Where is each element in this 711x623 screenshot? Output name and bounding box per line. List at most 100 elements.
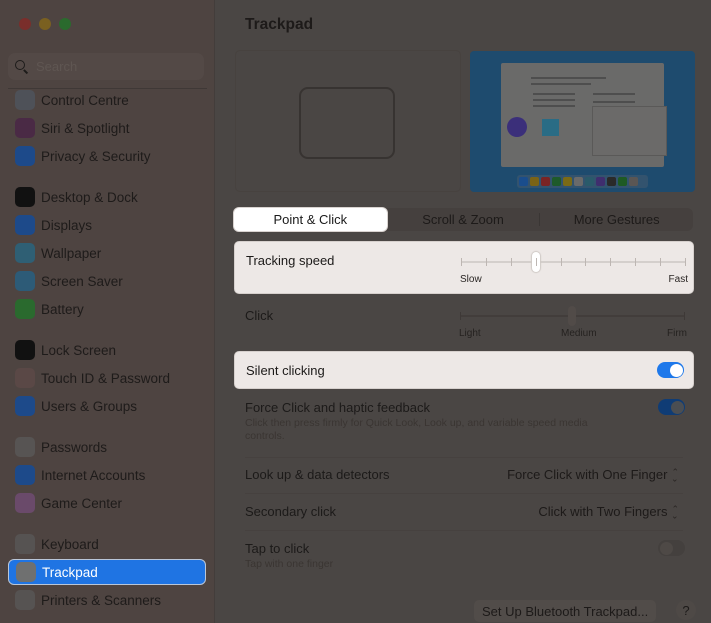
secondary-click-value: Click with Two Fingers [538, 504, 668, 519]
sidebar-item-battery[interactable]: Battery [8, 296, 206, 322]
sidebar-item-touch-id-password[interactable]: Touch ID & Password [8, 365, 206, 391]
sidebar-item-keyboard[interactable]: Keyboard [8, 531, 206, 557]
minimize-window-button[interactable] [39, 18, 51, 30]
trackpad-illustration-icon [299, 87, 395, 159]
dock-app-icon [585, 176, 594, 186]
preview-text-line [531, 77, 606, 79]
slider-tick [460, 312, 461, 320]
slider-track [461, 261, 685, 263]
dock-app-icon [552, 176, 561, 186]
tab-point-and-click[interactable]: Point & Click [234, 208, 387, 231]
force-click-description: Click then press firmly for Quick Look, … [245, 417, 588, 442]
dock-app-icon [563, 176, 572, 186]
sidebar-item-users-groups[interactable]: Users & Groups [8, 393, 206, 419]
search-input[interactable] [36, 59, 186, 74]
preview-square [542, 119, 559, 136]
trackpad-icon [16, 562, 36, 582]
preview-circle [507, 117, 527, 137]
sidebar-item-label: Touch ID & Password [41, 370, 171, 386]
tracking-speed-row: Tracking speed Slow Fast [234, 241, 694, 294]
sidebar: Control Centre Siri & Spotlight Privacy & … [0, 0, 215, 623]
sidebar-item-label: Users & Groups [41, 398, 138, 414]
sidebar-item-label: Privacy & Security [41, 148, 151, 164]
firm-label: Firm [667, 328, 687, 339]
silent-clicking-toggle[interactable] [657, 362, 684, 378]
dock-app-icon [607, 176, 616, 186]
sidebar-item-displays[interactable]: Displays [8, 212, 206, 238]
force-click-toggle[interactable] [658, 399, 685, 415]
keyboard-icon [15, 534, 35, 554]
preview-popover [592, 106, 667, 156]
zoom-window-button[interactable] [59, 18, 71, 30]
look-up-label: Look up & data detectors [245, 467, 390, 482]
close-window-button[interactable] [19, 18, 31, 30]
force-click-label: Force Click and haptic feedback [245, 400, 430, 415]
tap-to-click-row: Tap to click Tap with one finger [234, 534, 694, 576]
sidebar-item-label: Wallpaper [41, 245, 102, 261]
tab-more-gestures[interactable]: More Gestures [540, 208, 693, 231]
sidebar-item-label: Lock Screen [41, 342, 117, 358]
look-up-row: Look up & data detectors Force Click wit… [234, 460, 694, 490]
sidebar-item-passwords[interactable]: Passwords [8, 434, 206, 460]
sidebar-item-siri-spotlight[interactable]: Siri & Spotlight [8, 115, 206, 141]
sidebar-item-label: Battery [41, 301, 84, 317]
game-center-icon [15, 493, 35, 513]
sidebar-item-internet-accounts[interactable]: Internet Accounts [8, 462, 206, 488]
sidebar-item-wallpaper[interactable]: Wallpaper [8, 240, 206, 266]
trackpad-preview [235, 50, 461, 192]
sidebar-item-desktop-dock[interactable]: Desktop & Dock [8, 184, 206, 210]
siri-icon [15, 118, 35, 138]
force-click-row: Force Click and haptic feedback Click th… [234, 393, 694, 455]
click-row: Click Light Medium Firm [234, 298, 694, 348]
silent-clicking-row: Silent clicking [234, 351, 694, 389]
sun-icon [15, 215, 35, 235]
preview-text-line [533, 99, 575, 101]
row-separator [245, 457, 683, 458]
sidebar-item-screen-saver[interactable]: Screen Saver [8, 268, 206, 294]
dock-icon [15, 187, 35, 207]
chevron-up-down-icon: ⌃ ⌃ [671, 503, 679, 520]
battery-icon [15, 299, 35, 319]
secondary-click-popup[interactable]: Click with Two Fingers ⌃ ⌃ [538, 503, 679, 520]
slider-thumb[interactable] [568, 306, 576, 326]
fast-label: Fast [668, 274, 688, 285]
search-field[interactable] [8, 53, 204, 80]
slider-tick [510, 258, 512, 266]
dock-app-icon [629, 176, 638, 186]
medium-label: Medium [561, 328, 597, 339]
tab-bar: Point & Click Scroll & Zoom More Gesture… [234, 208, 693, 231]
window-controls [19, 18, 71, 30]
tap-to-click-label: Tap to click [245, 541, 310, 556]
click-label: Click [245, 308, 274, 323]
control-centre-icon [15, 90, 35, 110]
users-icon [15, 396, 35, 416]
slider-tick [461, 258, 462, 266]
tab-scroll-and-zoom[interactable]: Scroll & Zoom [387, 208, 540, 231]
flower-icon [15, 243, 35, 263]
sidebar-item-printers-scanners[interactable]: Printers & Scanners [8, 587, 206, 613]
sidebar-item-lock-screen[interactable]: Lock Screen [8, 337, 206, 363]
silent-clicking-label: Silent clicking [246, 363, 325, 378]
slider-tick [610, 258, 612, 266]
page-title: Trackpad [245, 16, 314, 33]
sidebar-item-label: Siri & Spotlight [41, 120, 130, 136]
look-up-popup[interactable]: Force Click with One Finger ⌃ ⌃ [507, 467, 679, 483]
secondary-click-row: Secondary click Click with Two Fingers ⌃… [234, 497, 694, 527]
sidebar-item-control-centre[interactable]: Control Centre [8, 87, 206, 113]
tracking-speed-label: Tracking speed [246, 253, 335, 268]
set-up-bluetooth-trackpad-button[interactable]: Set Up Bluetooth Trackpad... [474, 600, 657, 622]
sidebar-item-label: Displays [41, 217, 93, 233]
tap-to-click-toggle[interactable] [658, 540, 685, 556]
screen-saver-icon [15, 271, 35, 291]
sidebar-item-label: Passwords [41, 439, 108, 455]
preview-dock [517, 175, 648, 188]
dock-app-icon [596, 176, 605, 186]
row-separator [245, 493, 683, 494]
sidebar-item-label: Internet Accounts [41, 467, 146, 483]
sidebar-item-privacy-security[interactable]: Privacy & Security [8, 143, 206, 169]
sidebar-item-trackpad[interactable]: Trackpad [8, 559, 206, 585]
sidebar-item-game-center[interactable]: Game Center [8, 490, 206, 516]
help-button[interactable]: ? [676, 600, 696, 620]
row-separator [245, 530, 683, 531]
key-icon [15, 437, 35, 457]
